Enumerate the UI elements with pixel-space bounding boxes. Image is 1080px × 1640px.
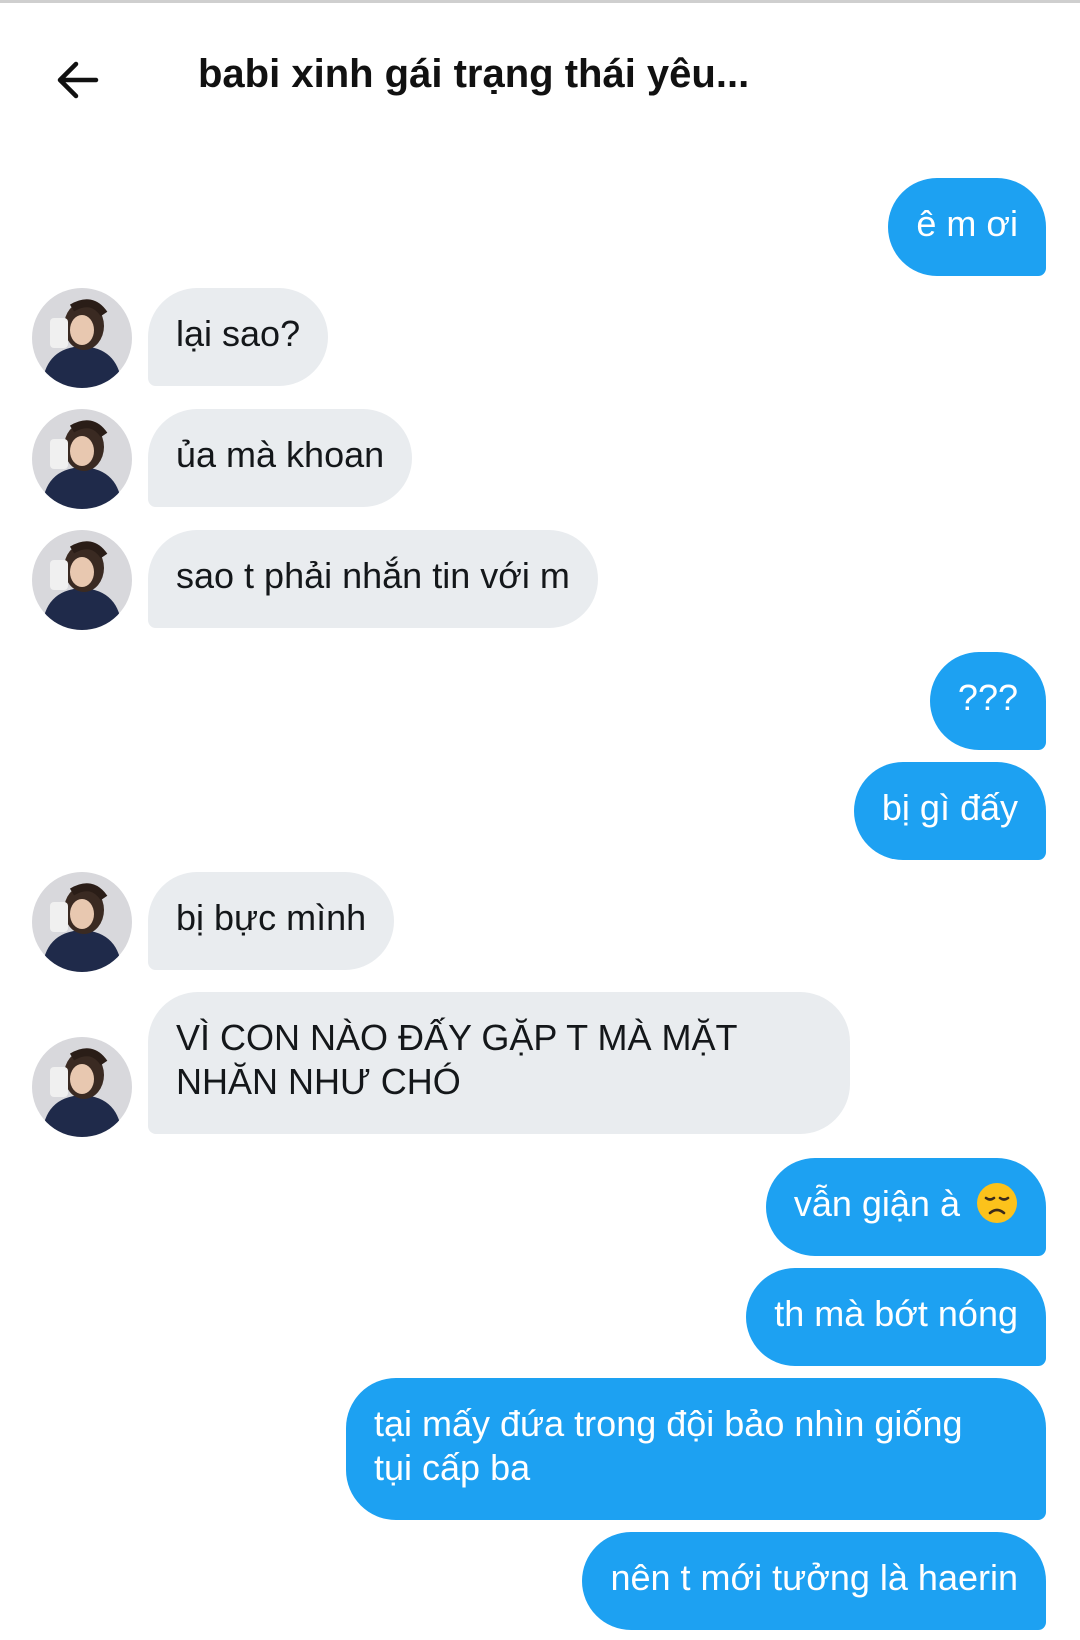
avatar[interactable] (32, 288, 132, 388)
avatar[interactable] (32, 530, 132, 630)
dm-conversation-screen: babi xinh gái trạng thái yêu... ê m ơi l… (0, 0, 1080, 1640)
message-text: lại sao? (176, 313, 301, 354)
avatar-image (32, 409, 132, 509)
message-bubble-received[interactable]: ủa mà khoan (148, 409, 413, 507)
back-button[interactable] (38, 40, 118, 120)
message-bubble-received[interactable]: bị bực mình (148, 872, 395, 970)
message-text: th mà bớt nóng (774, 1293, 1018, 1334)
message-text: ủa mà khoan (176, 434, 385, 475)
message-bubble-received[interactable]: lại sao? (148, 288, 329, 386)
avatar-image (32, 288, 132, 388)
arrow-left-icon (57, 61, 99, 99)
message-text: ê m ơi (916, 203, 1018, 244)
avatar-image (32, 1037, 132, 1137)
message-bubble-received[interactable]: VÌ CON NÀO ĐẤY GẶP T MÀ MẶT NHĂN NHƯ CHÓ (148, 992, 850, 1134)
message-text: vẫn giận à (793, 1183, 960, 1224)
conversation-title[interactable]: babi xinh gái trạng thái yêu... (198, 52, 749, 97)
avatar-image (32, 872, 132, 972)
message-bubble-sent[interactable]: vẫn giận à (765, 1158, 1046, 1256)
message-bubble-sent[interactable]: th mà bớt nóng (746, 1268, 1046, 1366)
message-bubble-received[interactable]: sao t phải nhắn tin với m (148, 530, 598, 628)
status-divider (0, 0, 1080, 3)
message-bubble-sent[interactable]: ê m ơi (888, 178, 1046, 276)
avatar-image (32, 530, 132, 630)
message-text: sao t phải nhắn tin với m (176, 555, 570, 596)
message-text-line: tại mấy đứa trong đội bảo nhìn giống (374, 1403, 963, 1444)
message-text: bị bực mình (176, 897, 367, 938)
message-bubble-sent[interactable]: nên t mới tưởng là haerin (582, 1532, 1046, 1630)
message-bubble-sent[interactable]: bị gì đấy (853, 762, 1046, 860)
message-text-line: tụi cấp ba (374, 1447, 531, 1488)
message-text-line: VÌ CON NÀO ĐẤY GẶP T MÀ MẶT (176, 1017, 738, 1058)
message-text-line: NHĂN NHƯ CHÓ (176, 1061, 461, 1102)
message-text: nên t mới tưởng là haerin (610, 1557, 1018, 1598)
avatar[interactable] (32, 872, 132, 972)
message-bubble-sent[interactable]: tại mấy đứa trong đội bảo nhìn giống tụi… (346, 1378, 1046, 1520)
message-text: bị gì đấy (881, 787, 1018, 828)
message-text: ??? (957, 677, 1018, 718)
disappointed-face-icon (977, 1183, 1017, 1223)
avatar[interactable] (32, 409, 132, 509)
avatar[interactable] (32, 1037, 132, 1137)
message-bubble-sent[interactable]: ??? (929, 652, 1046, 750)
